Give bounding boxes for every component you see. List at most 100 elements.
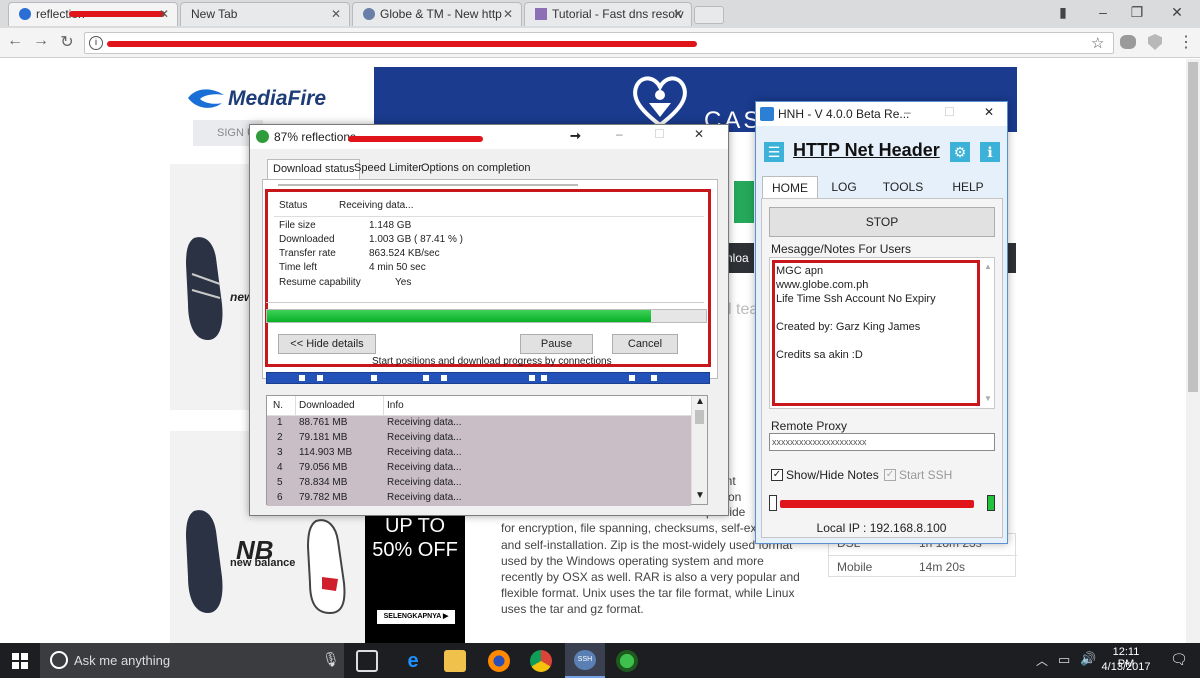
- transfer-rate-label: Transfer rate: [279, 248, 336, 259]
- edge-icon[interactable]: e: [402, 650, 424, 672]
- close-icon[interactable]: ✕: [694, 127, 704, 141]
- article-line: used by the Windows operating system and…: [501, 554, 764, 568]
- sneaker-image-icon: [186, 237, 223, 340]
- table-row[interactable]: 6 79.782 MB Receiving data...: [267, 491, 689, 506]
- divider: [274, 216, 704, 217]
- scroll-down-icon[interactable]: ▼: [695, 490, 705, 501]
- promo-ad[interactable]: UP TO 50% OFF SELENGKAPNYA ▶: [365, 509, 465, 643]
- close-icon[interactable]: ✕: [673, 7, 683, 21]
- progress-fill: [267, 310, 651, 322]
- idm-icon[interactable]: [616, 650, 638, 672]
- close-window-icon[interactable]: ✕: [1162, 4, 1192, 21]
- promo-cta-button[interactable]: SELENGKAPNYA ▶: [377, 610, 455, 624]
- clock-date[interactable]: 4/13/2017: [1101, 661, 1151, 673]
- table-row[interactable]: 1 88.761 MB Receiving data...: [267, 416, 689, 431]
- start-ssh-checkbox[interactable]: ✓: [884, 469, 896, 481]
- tab-help[interactable]: HELP: [936, 176, 1000, 198]
- info-icon[interactable]: ℹ: [980, 142, 1000, 162]
- hnh-title-bar[interactable]: HNH - V 4.0.0 Beta Re... – ☐ ✕: [756, 102, 1007, 126]
- scroll-down-icon[interactable]: ▼: [984, 394, 992, 403]
- stop-button[interactable]: STOP: [769, 207, 995, 237]
- browser-tab-tutorial[interactable]: Tutorial - Fast dns resolv ✕: [524, 2, 692, 26]
- extension-icon[interactable]: [1120, 35, 1136, 49]
- connections-progress-bar: [266, 372, 710, 384]
- back-icon[interactable]: ←: [4, 32, 26, 50]
- shoe-ad-top[interactable]: new: [170, 164, 253, 410]
- scroll-up-icon[interactable]: ▲: [695, 396, 705, 407]
- show-hide-notes-checkbox[interactable]: ✓: [771, 469, 783, 481]
- dm-title-bar[interactable]: 87% reflections ➞ – ☐ ✕: [250, 125, 728, 149]
- table-row[interactable]: 5 78.834 MB Receiving data...: [267, 476, 689, 491]
- task-view-icon[interactable]: [356, 650, 378, 672]
- volume-icon[interactable]: 🔊: [1080, 651, 1096, 667]
- pause-button[interactable]: Pause: [520, 334, 593, 354]
- close-icon[interactable]: ✕: [159, 7, 169, 21]
- col-downloaded[interactable]: Downloaded: [299, 400, 355, 411]
- table-scrollbar[interactable]: ▲ ▼: [691, 396, 707, 504]
- scroll-up-icon[interactable]: ▲: [984, 262, 992, 271]
- restore-icon[interactable]: ❐: [1122, 4, 1152, 21]
- promo-line-2: 50% OFF: [372, 539, 458, 561]
- mediafire-logo[interactable]: MediaFire: [186, 85, 346, 113]
- notes-line: Credits sa akin :D: [776, 349, 863, 361]
- browser-tab-reflection[interactable]: reflection ✕: [8, 2, 178, 26]
- new-tab-button[interactable]: [694, 6, 724, 24]
- minimize-icon[interactable]: –: [1088, 4, 1118, 20]
- tab-tools[interactable]: TOOLS: [870, 176, 936, 198]
- notifications-icon[interactable]: 🗨: [1170, 651, 1188, 668]
- minimize-icon[interactable]: –: [616, 127, 623, 141]
- promo-line-1: UP TO: [384, 515, 446, 537]
- cortana-circle-icon: [50, 651, 68, 669]
- cortana-search-box[interactable]: Ask me anything 🎙: [40, 643, 344, 678]
- close-icon[interactable]: ✕: [331, 7, 341, 21]
- tab-download-status[interactable]: Download status: [267, 159, 361, 179]
- user-icon[interactable]: ▮: [1048, 4, 1078, 21]
- browser-tab-new-tab[interactable]: New Tab ✕: [180, 2, 350, 26]
- microphone-icon[interactable]: 🎙: [322, 651, 340, 668]
- start-ssh-label: Start SSH: [899, 468, 953, 482]
- notes-textarea[interactable]: MGC apn www.globe.com.ph Life Time Ssh A…: [769, 257, 995, 409]
- time-left-label: Time left: [279, 262, 317, 273]
- info-icon[interactable]: i: [89, 36, 103, 50]
- download-bar-fragment: nloa: [726, 243, 754, 273]
- browser-tab-strip: reflection ✕ New Tab ✕ Globe & TM - New …: [0, 0, 1200, 28]
- table-row[interactable]: 3 114.903 MB Receiving data...: [267, 446, 689, 461]
- reload-icon[interactable]: ↻: [56, 32, 78, 52]
- page-scrollbar-thumb[interactable]: [1188, 62, 1198, 392]
- shield-extension-icon[interactable]: [1148, 34, 1162, 50]
- tab-options-on-completion[interactable]: Options on completion: [416, 159, 535, 179]
- forward-icon[interactable]: →: [30, 32, 52, 50]
- table-row[interactable]: 2 79.181 MB Receiving data...: [267, 431, 689, 446]
- address-bar[interactable]: i ☆: [84, 32, 1114, 54]
- menu-kebab-icon[interactable]: ⋮: [1178, 32, 1194, 52]
- windows-start-icon[interactable]: [12, 653, 28, 669]
- close-icon[interactable]: ✕: [503, 7, 513, 21]
- tab-home[interactable]: HOME: [762, 176, 818, 198]
- gear-icon[interactable]: ⚙: [950, 142, 970, 162]
- browser-tab-globe-tm[interactable]: Globe & TM - New http ✕: [352, 2, 522, 26]
- resume-capability-label: Resume capability: [279, 277, 361, 288]
- hide-details-button[interactable]: << Hide details: [278, 334, 376, 354]
- remote-proxy-input[interactable]: xxxxxxxxxxxxxxxxxxxxx: [769, 433, 995, 451]
- close-icon[interactable]: ✕: [984, 105, 994, 119]
- redaction-mark: [107, 41, 697, 47]
- cancel-button[interactable]: Cancel: [612, 334, 678, 354]
- article-line: flexible format. Unix uses the tar file …: [501, 586, 795, 600]
- notes-line-blank: [776, 306, 936, 320]
- chevron-up-icon[interactable]: ︿: [1036, 652, 1048, 669]
- minimize-icon[interactable]: –: [904, 105, 911, 119]
- scroll-thumb[interactable]: [695, 410, 704, 424]
- firefox-icon[interactable]: [488, 650, 510, 672]
- hnh-taskbar-button[interactable]: SSH: [565, 643, 605, 678]
- col-n[interactable]: N.: [273, 400, 283, 411]
- chrome-icon[interactable]: [530, 650, 552, 672]
- network-icon[interactable]: ▭: [1058, 652, 1070, 668]
- tab-log[interactable]: LOG: [818, 176, 870, 198]
- search-placeholder: Ask me anything: [74, 653, 171, 668]
- hamburger-menu-icon[interactable]: ☰: [764, 142, 784, 162]
- table-row[interactable]: 4 79.056 MB Receiving data...: [267, 461, 689, 476]
- col-info[interactable]: Info: [387, 400, 404, 411]
- bookmark-star-icon[interactable]: ☆: [1091, 34, 1104, 52]
- file-explorer-icon[interactable]: [444, 650, 466, 672]
- notes-line: MGC apn: [776, 265, 824, 277]
